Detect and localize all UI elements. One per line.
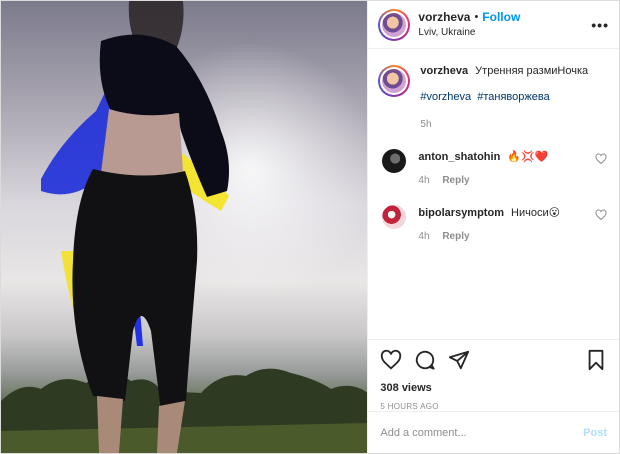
caption-time[interactable]: 5h [420,117,588,133]
add-comment-bar: Post [368,411,619,453]
caption-text: Утренняя размиНочка [475,65,589,77]
more-options-icon[interactable]: ••• [591,17,609,33]
comment-username[interactable]: anton_shatohin [418,151,500,163]
separator-dot: • [474,10,479,23]
comment-time[interactable]: 4h [418,231,429,242]
commenter-avatar[interactable] [382,205,407,229]
caption-username[interactable]: vorzheva [420,65,468,77]
comment-item: bipolarsymptom Ничоси😮 4h Reply [378,205,609,245]
midriff [101,109,183,177]
author-username[interactable]: vorzheva [418,10,470,25]
comment-item: anton_shatohin 🔥💢❤️ 4h Reply [378,149,609,189]
reply-button[interactable]: Reply [442,175,469,186]
author-avatar[interactable] [378,8,411,41]
post-video[interactable] [1,1,368,453]
author-info: vorzheva • Follow Lviv, Ukraine [418,10,520,40]
leg-left [97,396,123,453]
view-count[interactable]: 308 views [380,382,607,394]
comment-text: 🔥💢❤️ [507,151,549,163]
caption: vorzheva Утренняя размиНочка #vorzheva #… [378,63,609,133]
comment-time[interactable]: 4h [418,175,429,186]
heart-icon[interactable] [380,349,402,371]
comments-list: vorzheva Утренняя размиНочка #vorzheva #… [368,49,619,245]
post-actions: 308 views 5 HOURS AGO [368,339,619,411]
comment-username[interactable]: bipolarsymptom [418,207,504,219]
share-icon[interactable] [448,349,470,371]
caption-avatar[interactable] [378,65,411,97]
post-timestamp[interactable]: 5 HOURS AGO [380,402,607,411]
post-comment-button[interactable]: Post [583,427,607,439]
hashtag-link[interactable]: #vorzheva [420,91,471,103]
follow-button[interactable]: Follow [482,10,520,25]
post-side-panel: vorzheva • Follow Lviv, Ukraine ••• vorz… [367,1,619,453]
pants [72,169,198,411]
comment-text: Ничоси😮 [511,207,561,219]
author-avatar-image [382,12,407,37]
video-frame-illustration [1,1,368,453]
like-comment-heart-icon[interactable] [595,209,607,221]
bookmark-icon[interactable] [585,349,607,371]
post-header: vorzheva • Follow Lviv, Ukraine ••• [368,1,619,49]
reply-button[interactable]: Reply [442,231,469,242]
commenter-avatar[interactable] [382,149,407,173]
comment-input[interactable] [380,426,584,439]
instagram-post: vorzheva • Follow Lviv, Ukraine ••• vorz… [0,0,620,454]
comment-icon[interactable] [414,349,436,371]
location-link[interactable]: Lviv, Ukraine [418,25,520,40]
like-comment-heart-icon[interactable] [595,153,607,165]
caption-hashtags: #vorzheva #таняворжева [420,89,588,105]
hashtag-link[interactable]: #таняворжева [477,91,549,103]
